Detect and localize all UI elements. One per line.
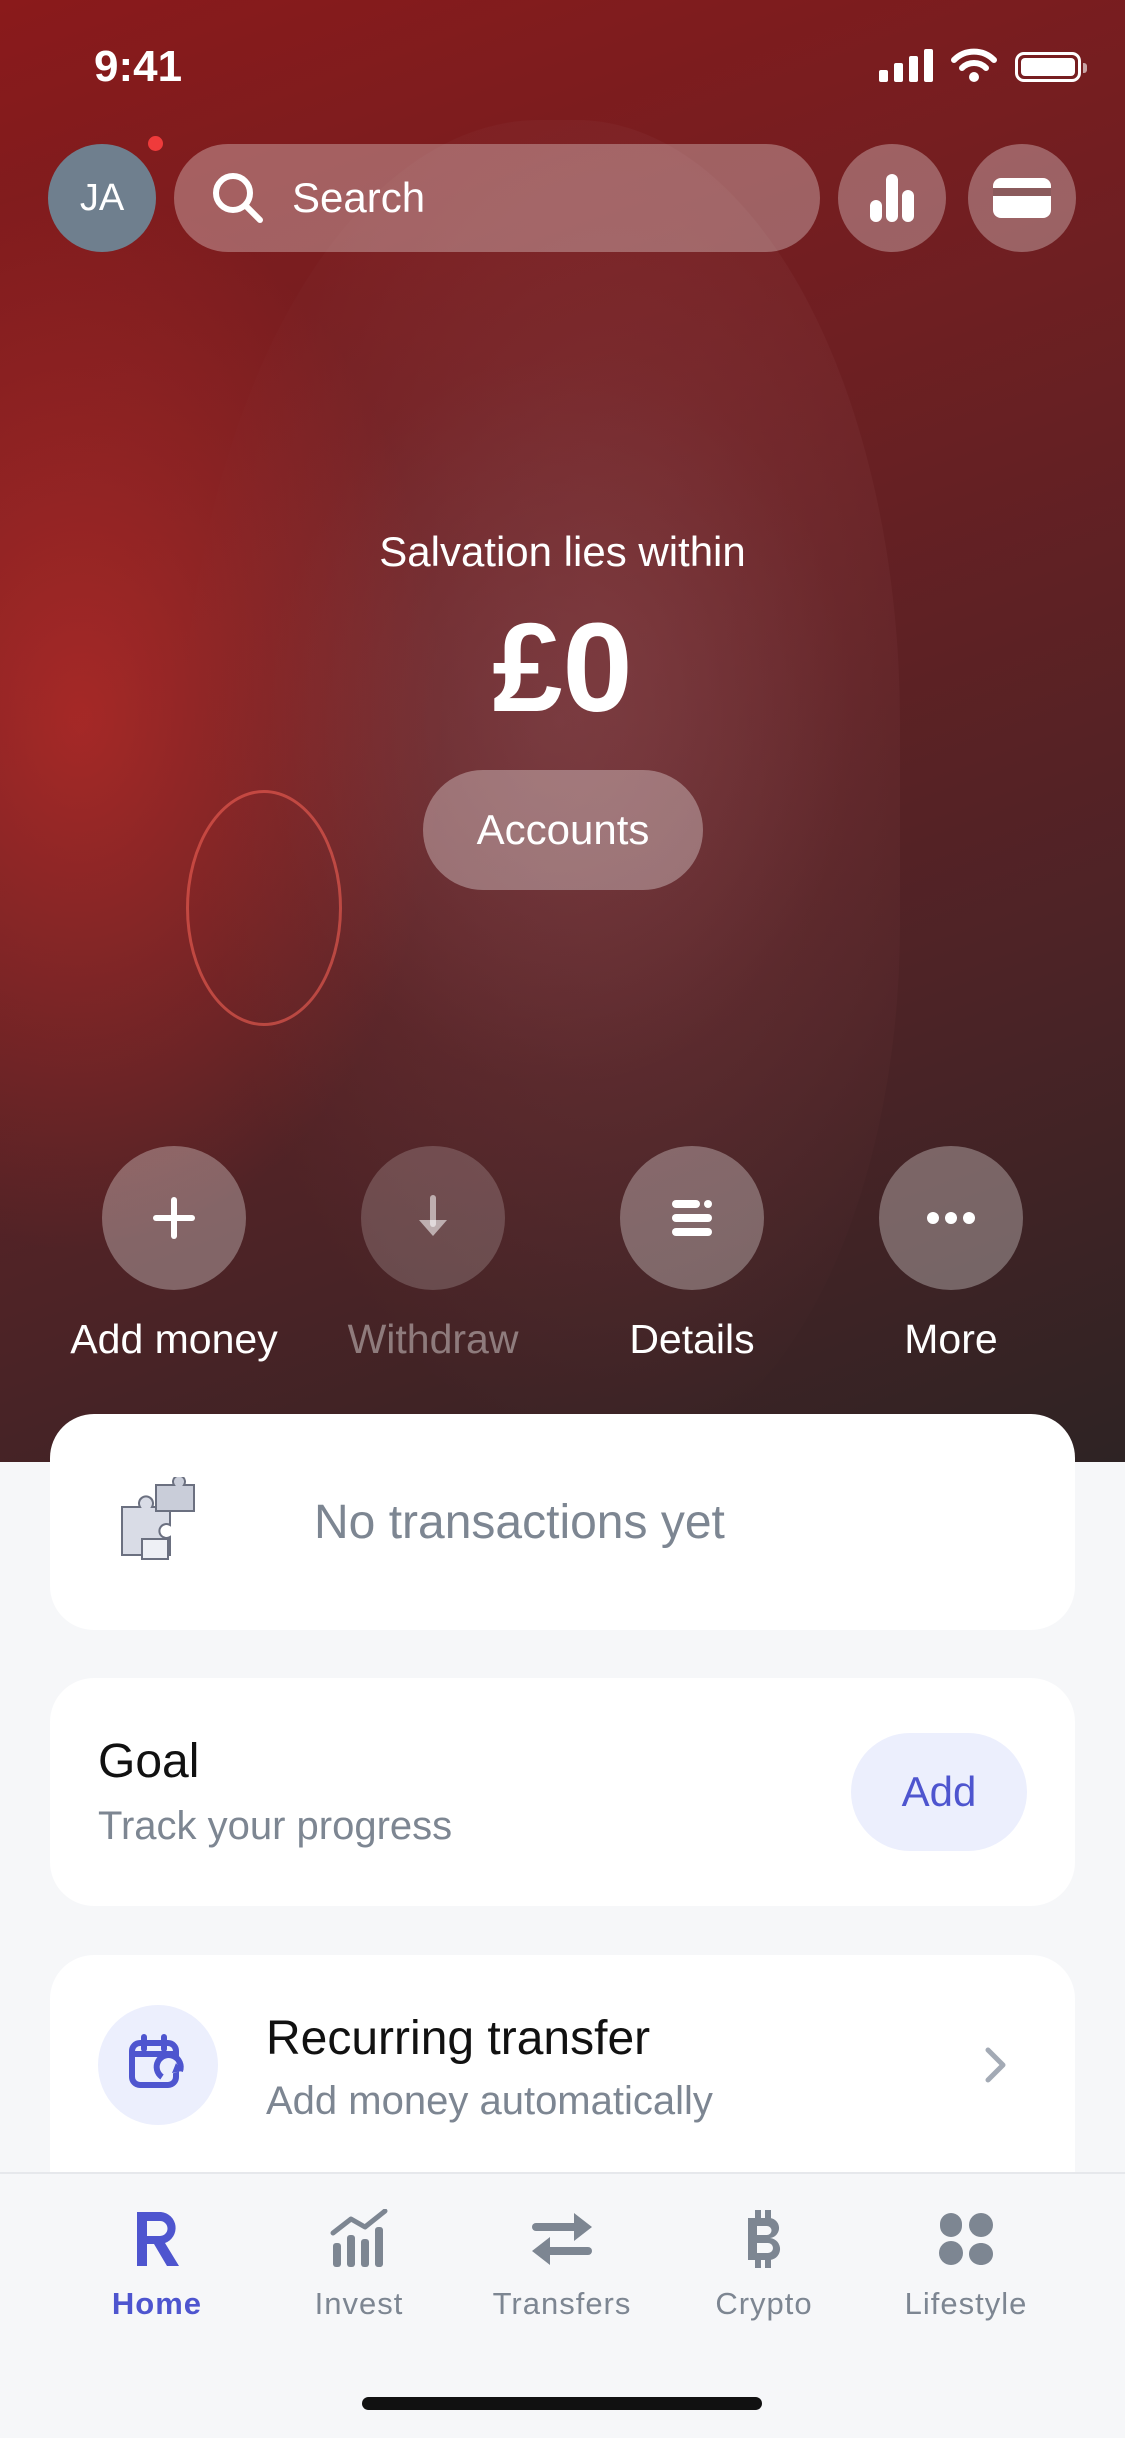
recurring-calendar-icon: [129, 2034, 184, 2088]
account-name: Salvation lies within: [379, 528, 746, 575]
search-bar[interactable]: Search: [174, 144, 820, 252]
more-action[interactable]: More: [831, 1146, 1071, 1363]
chevron-right-icon: [985, 2047, 1006, 2083]
withdraw-action[interactable]: Withdraw: [313, 1146, 553, 1363]
goal-title: Goal: [98, 1735, 200, 1788]
details-action[interactable]: Details: [572, 1146, 812, 1363]
revolut-r-icon: [137, 2212, 179, 2266]
tab-home[interactable]: Home: [57, 2204, 257, 2322]
status-icons: [879, 48, 1087, 82]
more-button[interactable]: [879, 1146, 1023, 1290]
more-label: More: [904, 1316, 998, 1362]
more-icon: [927, 1212, 975, 1224]
details-button[interactable]: [620, 1146, 764, 1290]
add-goal-button[interactable]: Add: [851, 1733, 1027, 1851]
withdraw-button[interactable]: [361, 1146, 505, 1290]
recurring-subtitle: Add money automatically: [266, 2079, 713, 2123]
background-earring: [186, 790, 342, 1026]
recurring-transfer-icon-wrap: [98, 2005, 218, 2125]
add-money-label: Add money: [70, 1316, 278, 1362]
cellular-signal-icon: [879, 48, 933, 82]
tab-invest[interactable]: Invest: [259, 2204, 459, 2322]
empty-transactions-text: No transactions yet: [314, 1495, 725, 1549]
puzzle-icon: [121, 1477, 195, 1560]
lifestyle-icon: [939, 2213, 993, 2265]
profile-avatar[interactable]: JA: [48, 144, 156, 252]
home-indicator[interactable]: [362, 2397, 762, 2410]
transactions-card: No transactions yet: [50, 1414, 1075, 1630]
notification-dot: [148, 136, 163, 151]
arrow-down-icon: [419, 1195, 447, 1236]
tab-home-label: Home: [111, 2286, 203, 2321]
add-money-action[interactable]: Add money: [54, 1146, 294, 1363]
tab-crypto-label: Crypto: [715, 2286, 813, 2321]
transfer-arrows-icon: [532, 2213, 592, 2265]
tab-lifestyle[interactable]: Lifestyle: [866, 2204, 1066, 2322]
search-icon: [213, 173, 263, 223]
details-icon: [672, 1200, 712, 1236]
battery-icon: [1015, 52, 1087, 82]
invest-chart-icon: [330, 2209, 388, 2267]
plus-icon: [153, 1197, 195, 1239]
search-placeholder: Search: [292, 174, 426, 221]
analytics-icon: [870, 174, 914, 222]
tab-transfers[interactable]: Transfers: [462, 2204, 662, 2322]
goal-subtitle: Track your progress: [98, 1804, 453, 1848]
analytics-button[interactable]: [838, 144, 946, 252]
accounts-button[interactable]: Accounts: [423, 770, 703, 890]
bitcoin-icon: [748, 2210, 781, 2268]
add-money-button[interactable]: [102, 1146, 246, 1290]
avatar-initials: JA: [79, 176, 125, 219]
withdraw-label: Withdraw: [347, 1316, 519, 1362]
account-balance: £0: [492, 597, 633, 738]
recurring-title: Recurring transfer: [266, 2012, 651, 2065]
tab-lifestyle-label: Lifestyle: [904, 2286, 1028, 2321]
wifi-icon: [951, 48, 997, 82]
cards-button[interactable]: [968, 144, 1076, 252]
tab-crypto[interactable]: Crypto: [664, 2204, 864, 2322]
tab-invest-label: Invest: [314, 2286, 404, 2321]
goal-card[interactable]: Goal Track your progress Add: [50, 1678, 1075, 1906]
tab-transfers-label: Transfers: [492, 2286, 632, 2321]
details-label: Details: [629, 1316, 755, 1362]
card-icon: [993, 178, 1051, 218]
status-time: 9:41: [94, 42, 183, 91]
